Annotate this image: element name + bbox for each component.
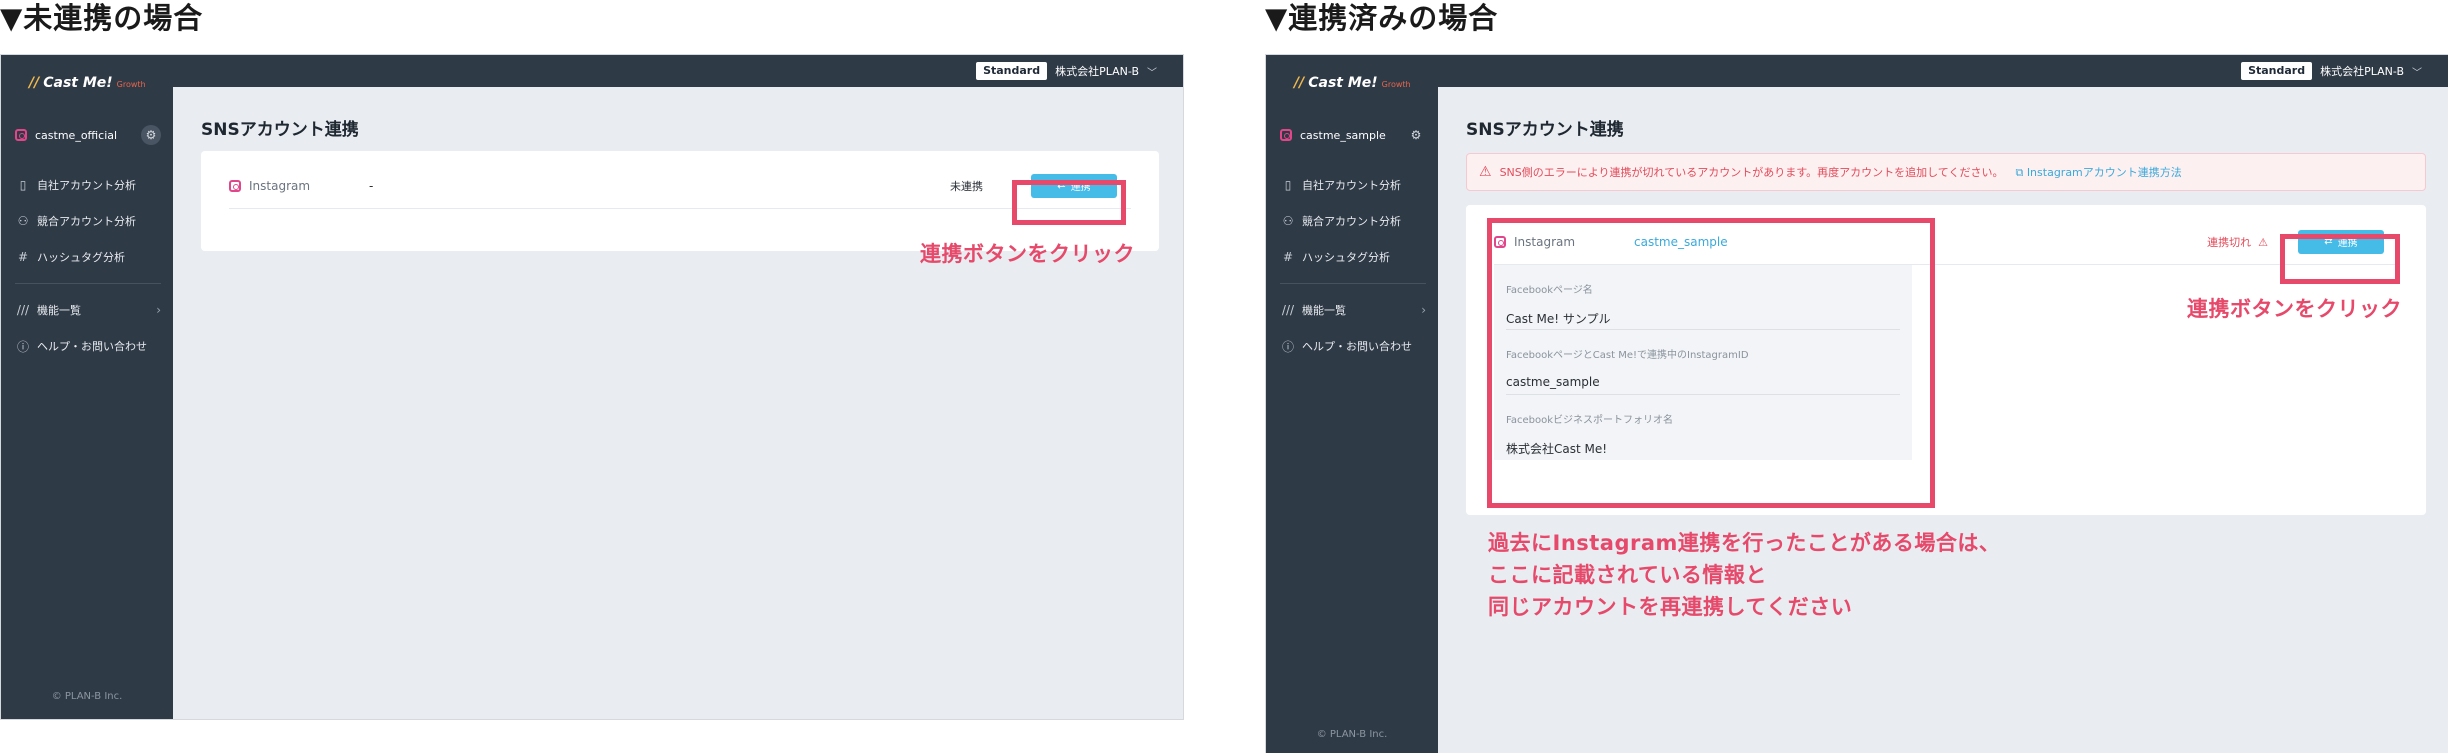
logo-mark: //: [1294, 75, 1305, 91]
warning-icon: ⚠: [1479, 164, 1492, 180]
sidebar-item-features[interactable]: /// 機能一覧 ›: [1280, 292, 1426, 328]
compare-icon: ⚇: [17, 214, 29, 228]
divider: [15, 283, 161, 284]
instagram-icon: [229, 179, 241, 192]
account-name: castme_sample: [1300, 128, 1386, 142]
link-status: 連携切れ ⚠: [2207, 234, 2268, 250]
company-menu[interactable]: 株式会社PLAN-B: [2320, 63, 2404, 79]
account-switcher[interactable]: castme_sample ⚙: [1280, 125, 1426, 145]
sidebar-item-label: 自社アカウント分析: [1302, 179, 1401, 192]
logo-text: Cast Me!: [1308, 75, 1378, 91]
logo-text: Cast Me!: [43, 75, 113, 91]
sidebar-item-label: 競合アカウント分析: [37, 215, 136, 228]
sidebar: // Cast Me! Growth castme_official ⚙ ▯ 自…: [1, 55, 173, 719]
annotation-note: 過去にInstagram連携を行ったことがある場合は、 ここに記載されている情報…: [1488, 527, 2000, 623]
logo-mark: //: [29, 75, 40, 91]
instagram-icon: [15, 129, 27, 141]
logo-sub: Growth: [116, 80, 146, 89]
link-status: 未連携: [950, 179, 983, 193]
copyright: © PLAN-B Inc.: [1316, 729, 1388, 740]
chevron-right-icon: ›: [1421, 303, 1426, 317]
sidebar-item-label: 機能一覧: [37, 304, 81, 317]
sidebar-item-label: 競合アカウント分析: [1302, 215, 1401, 228]
account-switcher[interactable]: castme_official ⚙: [15, 125, 161, 145]
alert-message: SNS側のエラーにより連携が切れているアカウントがあります。再度アカウントを追加…: [1499, 166, 2004, 179]
logo-sub: Growth: [1381, 80, 1411, 89]
note-line: 同じアカウントを再連携してください: [1488, 595, 1853, 619]
hash-icon: #: [1282, 250, 1294, 264]
highlight-link-button: [2280, 234, 2400, 284]
gear-icon[interactable]: ⚙: [141, 125, 161, 145]
sidebar-item-help[interactable]: ⓘ ヘルプ・お問い合わせ: [1280, 328, 1426, 364]
sidebar-item-label: ハッシュタグ分析: [1302, 251, 1390, 264]
compare-icon: ⚇: [1282, 214, 1294, 228]
account-handle: -: [369, 178, 374, 193]
note-line: 過去にInstagram連携を行ったことがある場合は、: [1488, 531, 2001, 555]
error-alert: ⚠ SNS側のエラーにより連携が切れているアカウントがあります。再度アカウントを…: [1466, 153, 2426, 191]
heading-unlinked: ▼未連携の場合: [0, 1, 204, 35]
plan-badge: Standard: [976, 62, 1048, 80]
help-link-label: Instagramアカウント連携方法: [2026, 166, 2182, 179]
sidebar-item-label: 自社アカウント分析: [37, 179, 136, 192]
sidebar-item-help[interactable]: ⓘ ヘルプ・お問い合わせ: [15, 328, 161, 364]
top-bar: Standard 株式会社PLAN-B ﹀: [1, 55, 1183, 87]
sidebar-item-competitor-analysis[interactable]: ⚇ 競合アカウント分析: [15, 203, 161, 239]
sidebar-item-hashtag-analysis[interactable]: # ハッシュタグ分析: [1280, 239, 1426, 275]
company-menu[interactable]: 株式会社PLAN-B: [1055, 63, 1139, 79]
sidebar-item-own-analysis[interactable]: ▯ 自社アカウント分析: [1280, 167, 1426, 203]
building-icon: ▯: [19, 178, 27, 192]
help-icon: ⓘ: [1281, 339, 1294, 354]
logo[interactable]: // Cast Me! Growth: [1294, 75, 1411, 91]
account-name: castme_official: [35, 128, 118, 142]
building-icon: ▯: [1284, 178, 1292, 192]
service-name: Instagram: [249, 178, 311, 193]
annotation-click-link: 連携ボタンをクリック: [2187, 297, 2402, 321]
sidebar-item-label: ヘルプ・お問い合わせ: [1302, 340, 1412, 353]
note-line: ここに記載されている情報と: [1488, 563, 1767, 587]
features-icon: ///: [1281, 303, 1295, 317]
gear-icon[interactable]: ⚙: [1406, 125, 1426, 145]
annotation-click-link: 連携ボタンをクリック: [920, 242, 1135, 266]
heading-linked: ▼連携済みの場合: [1265, 1, 1499, 35]
logo[interactable]: // Cast Me! Growth: [29, 75, 146, 91]
sidebar-item-features[interactable]: /// 機能一覧 ›: [15, 292, 161, 328]
sidebar-item-competitor-analysis[interactable]: ⚇ 競合アカウント分析: [1280, 203, 1426, 239]
chevron-right-icon: ›: [156, 303, 161, 317]
chevron-down-icon[interactable]: ﹀: [1147, 64, 1157, 79]
sidebar-item-label: ヘルプ・お問い合わせ: [37, 340, 147, 353]
plan-badge: Standard: [2241, 62, 2313, 80]
chevron-down-icon[interactable]: ﹀: [2412, 64, 2422, 79]
screenshot-unlinked: Standard 株式会社PLAN-B ﹀ // Cast Me! Growth…: [0, 54, 1184, 720]
hash-icon: #: [17, 250, 29, 264]
help-icon: ⓘ: [16, 339, 29, 354]
sidebar-item-label: 機能一覧: [1302, 304, 1346, 317]
sidebar: // Cast Me! Growth castme_sample ⚙ ▯ 自社ア…: [1266, 55, 1438, 753]
sidebar-item-hashtag-analysis[interactable]: # ハッシュタグ分析: [15, 239, 161, 275]
divider: [1280, 283, 1426, 284]
features-icon: ///: [16, 303, 30, 317]
help-link[interactable]: ⧉ Instagramアカウント連携方法: [2015, 164, 2181, 180]
highlight-info-panel: [1487, 218, 1935, 508]
instagram-row: Instagram - 未連携 ⇄ 連携: [229, 163, 1131, 209]
warning-icon: ⚠: [2254, 235, 2268, 249]
top-bar: Standard 株式会社PLAN-B ﹀: [1266, 55, 2448, 87]
highlight-link-button: [1012, 180, 1126, 225]
sidebar-item-label: ハッシュタグ分析: [37, 251, 125, 264]
page-title: SNSアカウント連携: [1466, 120, 1624, 140]
sidebar-item-own-analysis[interactable]: ▯ 自社アカウント分析: [15, 167, 161, 203]
instagram-icon: [1280, 129, 1292, 141]
link-status-label: 連携切れ: [2207, 235, 2252, 249]
page-title: SNSアカウント連携: [201, 120, 359, 140]
copyright: © PLAN-B Inc.: [51, 691, 123, 702]
